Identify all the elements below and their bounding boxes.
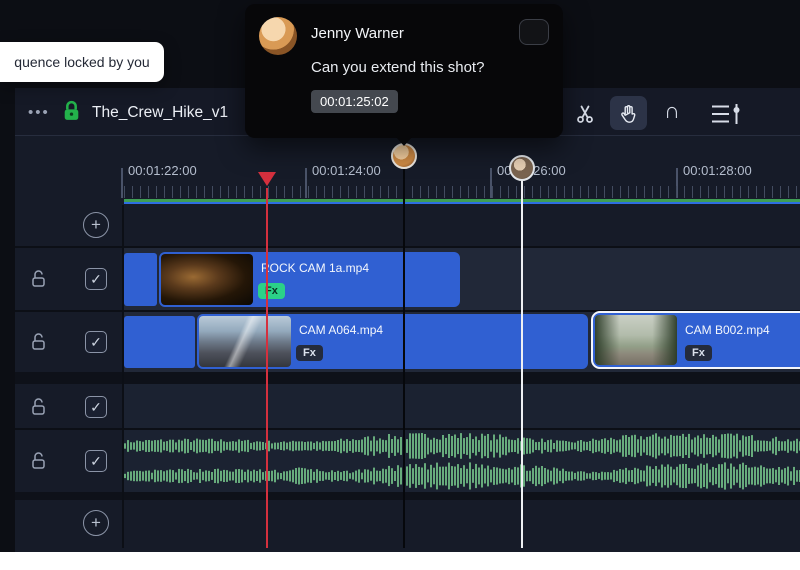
collaborator-marker-line — [521, 176, 523, 548]
check-icon: ✓ — [90, 453, 102, 470]
track-lock-button-v2[interactable] — [27, 267, 49, 291]
track-settings-button[interactable] — [706, 100, 746, 128]
ruler-major-tick — [121, 168, 123, 198]
track-enable-checkbox-v1[interactable]: ✓ — [85, 331, 107, 353]
hand-tool-button[interactable] — [610, 96, 647, 130]
timeline-ruler[interactable] — [124, 186, 800, 198]
track-enable-checkbox-v2[interactable]: ✓ — [85, 268, 107, 290]
open-lock-icon — [30, 451, 47, 471]
reaction-button[interactable] — [519, 19, 549, 45]
row-separator — [15, 246, 800, 248]
track-lock-button-a2[interactable] — [27, 449, 49, 473]
fx-badge[interactable]: Fx — [685, 345, 712, 361]
waveform-bottom — [124, 462, 800, 490]
lock-toast-text: quence locked by you — [14, 54, 149, 70]
clip-segment-edge[interactable] — [124, 316, 195, 368]
magnet-icon: ∩ — [664, 98, 680, 124]
popup-pointer — [396, 137, 412, 146]
comment-popup: Jenny Warner Can you extend this shot? 0… — [245, 4, 563, 138]
fx-badge[interactable]: Fx — [258, 283, 285, 299]
waveform-top — [124, 432, 800, 460]
row-separator — [15, 492, 800, 500]
clip-label: ROCK CAM 1a.mp4 — [261, 261, 369, 275]
audio-clip[interactable] — [124, 430, 800, 492]
add-track-button-bottom[interactable]: + — [83, 510, 109, 536]
check-icon: ✓ — [90, 271, 102, 288]
clip-label: CAM B002.mp4 — [685, 323, 770, 337]
playhead-line — [266, 188, 268, 548]
playhead-marker[interactable] — [258, 172, 276, 186]
comment-avatar-marker[interactable] — [391, 143, 417, 169]
ruler-timecode: 00:01:24:00 — [312, 163, 381, 178]
comment-message: Can you extend this shot? — [311, 59, 484, 76]
more-menu-button[interactable]: ••• — [28, 104, 50, 121]
hand-icon — [620, 104, 637, 123]
cut-tool-button[interactable] — [570, 100, 600, 128]
row-separator — [15, 372, 800, 384]
track-enable-checkbox-a1[interactable]: ✓ — [85, 396, 107, 418]
lock-icon — [62, 100, 81, 123]
clip-label: CAM A064.mp4 — [299, 323, 383, 337]
fx-badge[interactable]: Fx — [296, 345, 323, 361]
track-enable-checkbox-a2[interactable]: ✓ — [85, 450, 107, 472]
clip-segment-edge[interactable] — [124, 253, 157, 306]
clip-thumbnail — [595, 315, 677, 365]
track-lock-button-v1[interactable] — [27, 330, 49, 354]
open-lock-icon — [30, 397, 47, 417]
check-icon: ✓ — [90, 334, 102, 351]
clip-thumbnail — [199, 316, 291, 367]
plus-icon: + — [91, 513, 101, 533]
add-track-button-top[interactable]: + — [83, 212, 109, 238]
track-lane-empty[interactable] — [124, 384, 800, 430]
lock-toast: quence locked by you — [0, 42, 164, 82]
open-lock-icon — [30, 332, 47, 352]
check-icon: ✓ — [90, 399, 102, 416]
comment-marker-line — [403, 166, 405, 548]
clip-rock-cam[interactable]: ROCK CAM 1a.mp4 Fx — [159, 252, 460, 307]
plus-icon: + — [91, 215, 101, 235]
track-settings-icon — [710, 102, 742, 126]
ruler-timecode: 00:01:28:00 — [683, 163, 752, 178]
timecode-chip[interactable]: 00:01:25:02 — [311, 90, 398, 113]
clip-thumbnail — [161, 254, 253, 305]
collaborator-avatar-marker[interactable] — [509, 155, 535, 181]
screenshot-root: ••• The_Crew_Hike_v1 ∩ 00:01:22:00 00:01… — [0, 0, 800, 570]
sequence-color-bar-blue — [124, 202, 800, 204]
scissors-icon — [575, 104, 595, 124]
open-lock-icon — [30, 269, 47, 289]
clip-cam-a064[interactable]: CAM A064.mp4 Fx — [197, 314, 588, 369]
snap-tool-button[interactable]: ∩ — [658, 95, 686, 127]
clip-cam-b002-selected[interactable]: CAM B002.mp4 Fx — [591, 311, 800, 369]
sequence-lock-icon[interactable] — [62, 100, 82, 124]
track-lock-button-a1[interactable] — [27, 395, 49, 419]
ruler-timecode: 00:01:22:00 — [128, 163, 197, 178]
sequence-title: The_Crew_Hike_v1 — [92, 104, 228, 122]
avatar — [259, 17, 297, 55]
comment-author: Jenny Warner — [311, 25, 404, 42]
